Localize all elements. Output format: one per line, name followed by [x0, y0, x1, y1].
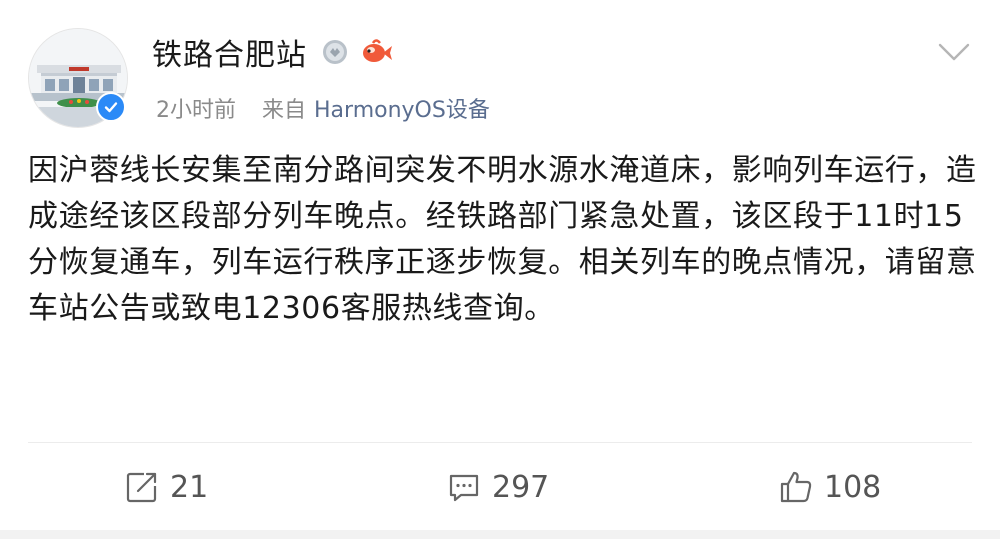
action-bar: 21 297 108: [0, 462, 1000, 512]
koi-fish-icon[interactable]: [359, 37, 393, 67]
device-source[interactable]: HarmonyOS设备: [314, 92, 490, 124]
repost-button[interactable]: 21: [124, 462, 208, 512]
divider: [28, 442, 972, 443]
username-row: 铁路合肥站: [152, 30, 393, 74]
post-text: 因沪蓉线长安集至南分路间突发不明水源水淹道床，影响列车运行，造成途经该区段部分列…: [28, 153, 977, 326]
post-time: 2小时前: [156, 98, 236, 123]
bottom-separator: [0, 530, 1000, 539]
comment-button[interactable]: 297: [446, 462, 549, 512]
thumbs-up-icon: [780, 471, 812, 503]
comment-icon: [449, 474, 479, 502]
like-button[interactable]: 108: [778, 462, 881, 512]
post-meta: 2小时前 来自 HarmonyOS设备: [156, 92, 490, 124]
weibo-post: 铁路合肥站 2小时前 来自 HarmonyOS设备 因沪蓉线长安集至南分路间突发…: [0, 0, 1000, 539]
medal-icon[interactable]: [321, 38, 349, 66]
comment-count: 297: [492, 469, 550, 505]
like-count: 108: [824, 469, 882, 505]
verified-badge-icon: [96, 92, 126, 122]
chevron-down-icon[interactable]: [936, 40, 972, 64]
share-icon: [126, 472, 157, 503]
repost-count: 21: [170, 469, 209, 505]
from-label: 来自: [262, 98, 307, 123]
username[interactable]: 铁路合肥站: [152, 30, 307, 74]
